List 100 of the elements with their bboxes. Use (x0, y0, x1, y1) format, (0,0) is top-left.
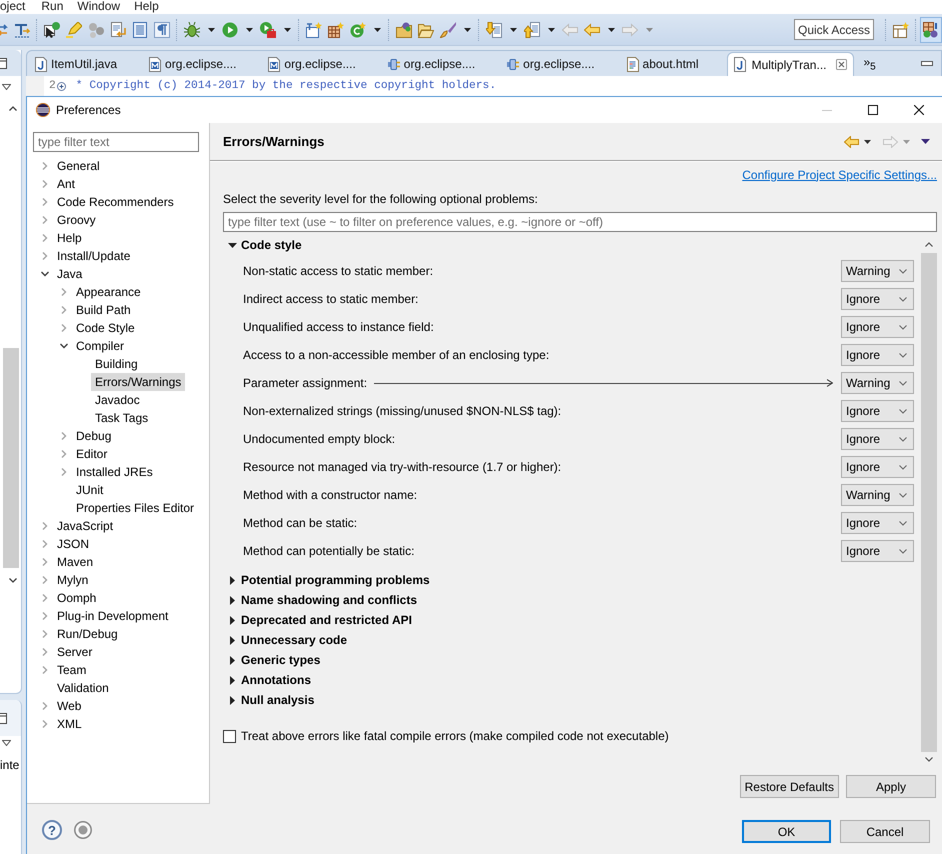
caret-icon[interactable] (608, 28, 615, 32)
tree-item[interactable]: Groovy (53, 211, 100, 229)
caret-icon[interactable] (284, 28, 291, 32)
tree-item[interactable]: Appearance (72, 283, 145, 301)
ok-button[interactable]: OK (742, 820, 831, 843)
severity-dropdown[interactable]: Ignore (841, 344, 914, 366)
chevron-right-icon[interactable] (41, 612, 49, 620)
class-icon[interactable] (350, 22, 366, 38)
caret-icon[interactable] (864, 140, 871, 144)
tree-item[interactable]: Run/Debug (53, 625, 122, 643)
section-heading[interactable]: Annotations (241, 673, 311, 687)
severity-dropdown[interactable]: Ignore (841, 512, 914, 534)
document-arrow-icon[interactable] (110, 22, 126, 38)
tree-item[interactable]: Java (53, 265, 86, 283)
tree-item[interactable]: Mylyn (53, 571, 92, 589)
run-icon[interactable] (222, 22, 238, 38)
scroll-up-icon[interactable] (925, 242, 933, 247)
close-icon[interactable] (914, 105, 924, 115)
caret-icon[interactable] (548, 28, 555, 32)
restore-defaults-button[interactable]: Restore Defaults (740, 775, 839, 798)
chevron-right-icon[interactable] (41, 180, 49, 188)
tree-item[interactable]: Maven (53, 553, 98, 571)
tree-item[interactable]: JUnit (72, 481, 108, 499)
chevron-down-icon[interactable] (60, 342, 68, 350)
tree-item[interactable]: Code Recommenders (53, 193, 178, 211)
collapsed-triangle-icon[interactable] (230, 696, 235, 704)
tree-item[interactable]: Code Style (72, 319, 139, 337)
project-settings-link[interactable]: Configure Project Specific Settings... (742, 168, 937, 182)
scroll-up-icon[interactable] (9, 106, 17, 111)
severity-dropdown[interactable]: Warning (841, 372, 914, 394)
open-perspective-icon[interactable] (893, 22, 909, 38)
severity-dropdown[interactable]: Ignore (841, 456, 914, 478)
scroll-down-icon[interactable] (925, 757, 933, 762)
collapsed-triangle-icon[interactable] (230, 616, 235, 624)
circle-dot-icon[interactable] (74, 821, 92, 839)
scroll-down-icon[interactable] (9, 578, 17, 583)
editor-tab[interactable]: MultiplyTran... (726, 52, 854, 76)
quick-access-field[interactable]: Quick Access (794, 19, 874, 40)
chevron-right-icon[interactable] (41, 594, 49, 602)
caret-icon[interactable] (510, 28, 517, 32)
chevron-right-icon[interactable] (60, 288, 68, 296)
collapsed-triangle-icon[interactable] (230, 656, 235, 664)
minimize-icon[interactable] (921, 61, 933, 66)
collapsed-triangle-icon[interactable] (230, 596, 235, 604)
severity-dropdown[interactable]: Ignore (841, 316, 914, 338)
dots-icon[interactable] (88, 22, 104, 38)
checkbox-label[interactable]: Treat above errors like fatal compile errors (make compiled code not executable) (241, 729, 669, 743)
cancel-button[interactable]: Cancel (840, 820, 930, 843)
tree-item[interactable]: Web (53, 697, 86, 715)
scrollbar-thumb[interactable] (3, 348, 19, 568)
tree-item[interactable]: JSON (53, 535, 94, 553)
severity-dropdown[interactable]: Ignore (841, 288, 914, 310)
back-arrow-icon[interactable] (844, 136, 859, 148)
more-tabs-button[interactable]: »$_{5}$ (863, 54, 876, 72)
chevron-right-icon[interactable] (41, 558, 49, 566)
caret-icon[interactable] (246, 28, 253, 32)
section-heading[interactable]: Deprecated and restricted API (241, 613, 412, 627)
view-menu-icon[interactable] (921, 139, 930, 144)
tree-item[interactable]: Oomph (53, 589, 100, 607)
section-heading[interactable]: Name shadowing and conflicts (241, 593, 418, 607)
severity-dropdown[interactable]: Ignore (841, 540, 914, 562)
caret-icon[interactable] (374, 28, 381, 32)
paragraph-mark-icon[interactable] (154, 22, 170, 38)
chevron-right-icon[interactable] (41, 720, 49, 728)
collapsed-triangle-icon[interactable] (230, 576, 235, 584)
maximize-icon[interactable] (868, 105, 878, 115)
chevron-right-icon[interactable] (60, 432, 68, 440)
chevron-right-icon[interactable] (60, 324, 68, 332)
view-menu-icon[interactable] (2, 84, 11, 90)
tree-item[interactable]: Ant (53, 175, 80, 193)
tree-item[interactable]: XML (53, 715, 86, 733)
caret-icon[interactable] (464, 28, 471, 32)
tree-item[interactable]: Server (53, 643, 96, 661)
menu-item[interactable]: Help (134, 0, 159, 12)
tree-item[interactable]: JavaScript (53, 517, 118, 535)
section-heading[interactable]: Unnecessary code (241, 633, 348, 647)
up-arrow-document-icon[interactable] (524, 22, 540, 38)
grid-star-icon[interactable] (328, 22, 344, 38)
collapsed-triangle-icon[interactable] (230, 676, 235, 684)
editor-tab[interactable]: about.html (622, 52, 727, 76)
view-menu-icon[interactable] (2, 740, 11, 746)
bug-icon[interactable] (184, 22, 200, 38)
tree-item[interactable]: Install/Update (53, 247, 134, 265)
chevron-right-icon[interactable] (41, 540, 49, 548)
tree-item[interactable]: Editor (72, 445, 112, 463)
down-arrow-document-icon[interactable] (486, 22, 502, 38)
filter-field[interactable]: type filter text (33, 132, 199, 152)
severity-dropdown[interactable]: Warning (841, 260, 914, 282)
chevron-right-icon[interactable] (41, 252, 49, 260)
chevron-right-icon[interactable] (60, 468, 68, 476)
tree-item[interactable]: Validation (53, 679, 113, 697)
restore-icon[interactable] (0, 712, 7, 724)
back-arrow-icon[interactable] (584, 22, 600, 38)
chevron-right-icon[interactable] (41, 702, 49, 710)
folder-icon[interactable] (396, 22, 412, 38)
chevron-right-icon[interactable] (41, 216, 49, 224)
checkbox[interactable] (223, 730, 236, 742)
tree-item[interactable]: Plug-in Development (53, 607, 172, 625)
chevron-right-icon[interactable] (41, 234, 49, 242)
tree-item[interactable]: Debug (72, 427, 116, 445)
